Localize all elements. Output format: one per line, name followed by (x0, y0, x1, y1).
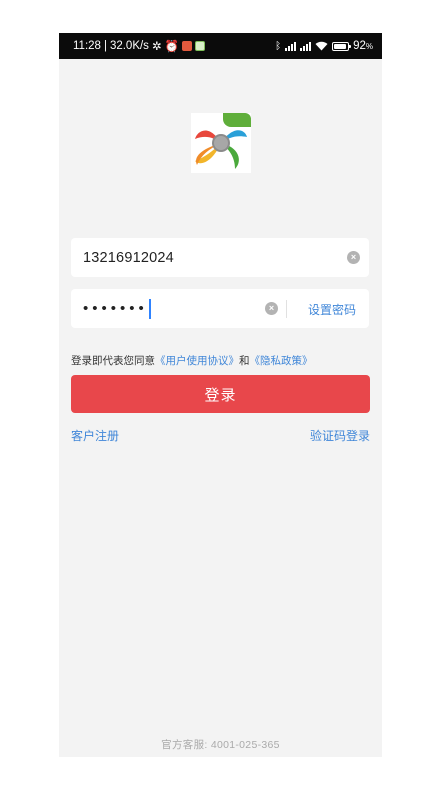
code-login-link[interactable]: 验证码登录 (310, 427, 370, 444)
gear-icon: ✲ (151, 41, 162, 53)
battery-percent: 92% (353, 40, 373, 52)
text-cursor (148, 298, 151, 319)
logo-badge (223, 113, 251, 127)
agreement-text: 登录即代表您同意《用户使用协议》和《隐私政策》 (71, 353, 313, 368)
network-speed: 32.0K/s (109, 40, 149, 52)
battery-icon (332, 41, 352, 51)
phone-screen: 11:28 | 32.0K/s ✲ ⏰ ᛒ 92% 13216912024 × … (59, 33, 382, 757)
agreement-prefix: 登录即代表您同意 (71, 355, 155, 367)
clear-phone-icon[interactable]: × (347, 251, 360, 264)
wifi-icon (315, 41, 328, 51)
password-input[interactable]: ••••••• × 设置密码 (71, 289, 369, 328)
signal-icon (285, 41, 297, 51)
password-value: ••••••• (71, 298, 151, 319)
service-label: 官方客服: (161, 739, 208, 751)
privacy-policy-link[interactable]: 《隐私政策》 (250, 355, 313, 367)
customer-service: 官方客服: 4001-025-365 (59, 737, 382, 752)
app-notification-icon (181, 41, 192, 51)
status-separator: | (103, 40, 107, 52)
bluetooth-icon: ᛒ (275, 40, 282, 52)
alarm-icon: ⏰ (164, 41, 179, 53)
user-agreement-link[interactable]: 《用户使用协议》 (155, 355, 239, 367)
login-button[interactable]: 登录 (71, 375, 370, 413)
signal-icon-2 (300, 41, 312, 51)
phone-input[interactable]: 13216912024 × (71, 238, 369, 277)
status-bar: 11:28 | 32.0K/s ✲ ⏰ ᛒ 92% (59, 33, 382, 59)
app-logo (191, 113, 251, 173)
status-time: 11:28 (73, 40, 101, 52)
chat-notification-icon (194, 41, 205, 51)
phone-value: 13216912024 (83, 249, 174, 266)
register-link[interactable]: 客户注册 (71, 427, 119, 444)
set-password-link[interactable]: 设置密码 (308, 301, 356, 318)
field-divider (286, 300, 287, 318)
agreement-and: 和 (239, 355, 250, 367)
service-phone[interactable]: 4001-025-365 (211, 739, 280, 751)
clear-password-icon[interactable]: × (265, 302, 278, 315)
